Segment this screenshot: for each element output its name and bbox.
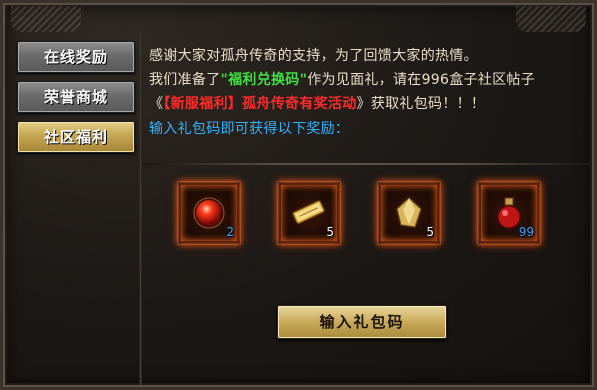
reward-count: 99	[518, 225, 534, 239]
reward-count: 5	[426, 225, 434, 239]
gold-crystal-icon	[396, 197, 422, 228]
vertical-divider	[139, 33, 142, 385]
gift-code-highlight: "福利兑换码"	[220, 72, 308, 88]
gold-scroll-icon	[292, 200, 325, 224]
enter-gift-code-button[interactable]: 输入礼包码	[277, 305, 447, 339]
tab-community-benefits[interactable]: 社区福利	[17, 121, 135, 153]
horizontal-divider	[143, 163, 591, 165]
red-orb-icon	[193, 197, 225, 229]
event-line-post: 》获取礼包码！！！	[356, 96, 486, 112]
reward-slot[interactable]: 5	[377, 181, 441, 245]
event-panel: 在线奖励 荣誉商城 社区福利 感谢大家对孤舟传奇的支持，为了回馈大家的热情。 我…	[0, 0, 597, 390]
reward-count: 2	[226, 225, 234, 239]
corner-ornament-left	[11, 6, 81, 32]
reward-slot[interactable]: 5	[277, 181, 341, 245]
tab-online-rewards[interactable]: 在线奖励	[17, 41, 135, 73]
reward-slot[interactable]: 99	[477, 181, 541, 245]
code-line: 我们准备了"福利兑换码"作为见面礼，请在996盒子社区帖子	[149, 69, 535, 89]
code-line-pre: 我们准备了	[149, 72, 221, 88]
corner-ornament-right	[516, 6, 586, 32]
rewards-hint: 输入礼包码即可获得以下奖励：	[149, 121, 350, 137]
tab-honor-shop[interactable]: 荣誉商城	[17, 81, 135, 113]
reward-slot[interactable]: 2	[177, 181, 241, 245]
code-line-post: 作为见面礼，请在996盒子社区帖子	[307, 72, 536, 88]
intro-line: 感谢大家对孤舟传奇的支持，为了回馈大家的热情。	[149, 48, 478, 64]
reward-list: 2 5 5 99	[177, 181, 559, 253]
event-title-highlight: 【新服福利】孤舟传奇有奖活动	[163, 96, 357, 112]
event-open-bracket: 《	[149, 96, 164, 112]
event-line: 《【新服福利】孤舟传奇有奖活动》获取礼包码！！！	[149, 93, 485, 113]
reward-count: 5	[326, 225, 334, 239]
